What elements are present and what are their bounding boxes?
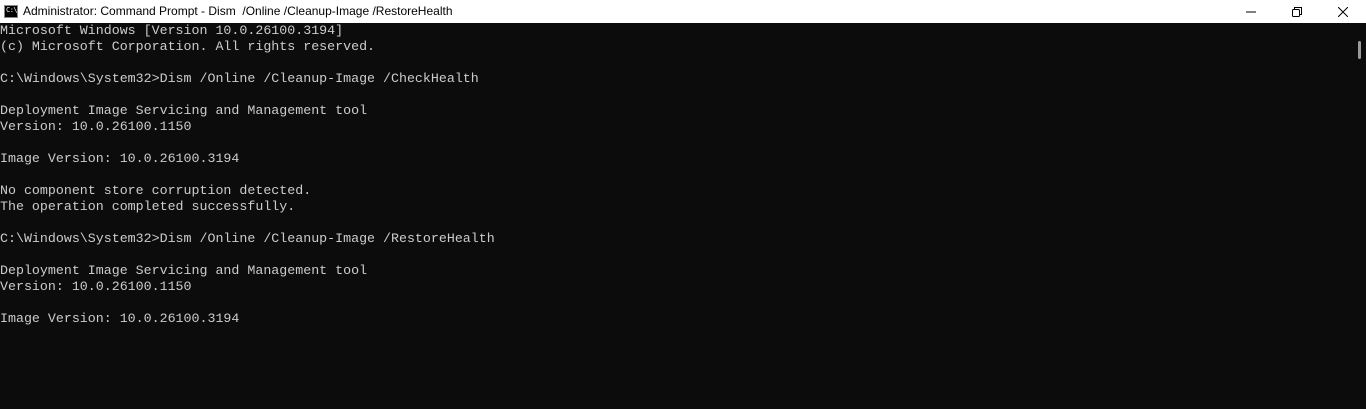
console-line: Microsoft Windows [Version 10.0.26100.31… [0, 23, 344, 38]
minimize-button[interactable] [1228, 0, 1274, 23]
console-line: No component store corruption detected. [0, 183, 312, 198]
minimize-icon [1246, 11, 1256, 12]
window-title: Administrator: Command Prompt - Dism /On… [23, 4, 453, 18]
console-line: C:\Windows\System32>Dism /Online /Cleanu… [0, 71, 479, 86]
close-button[interactable] [1320, 0, 1366, 23]
scrollbar-thumb[interactable] [1358, 41, 1361, 59]
console-line: Image Version: 10.0.26100.3194 [0, 151, 240, 166]
command-prompt-window: C:\ Administrator: Command Prompt - Dism… [0, 0, 1366, 409]
close-icon [1338, 6, 1348, 17]
restore-icon [1292, 6, 1302, 17]
icon-label: C:\ [6, 6, 18, 14]
vertical-scrollbar[interactable] [1352, 23, 1366, 409]
console-line: Image Version: 10.0.26100.3194 [0, 311, 240, 326]
console-line: The operation completed successfully. [0, 199, 296, 214]
console-line: Deployment Image Servicing and Managemen… [0, 103, 368, 118]
console-line: Version: 10.0.26100.1150 [0, 279, 192, 294]
window-controls [1228, 0, 1366, 23]
console-line: C:\Windows\System32>Dism /Online /Cleanu… [0, 231, 495, 246]
title-bar[interactable]: C:\ Administrator: Command Prompt - Dism… [0, 0, 1366, 23]
console-line: Deployment Image Servicing and Managemen… [0, 263, 368, 278]
maximize-button[interactable] [1274, 0, 1320, 23]
console-line: Version: 10.0.26100.1150 [0, 119, 192, 134]
console-output[interactable]: Microsoft Windows [Version 10.0.26100.31… [0, 23, 1352, 409]
console-line: (c) Microsoft Corporation. All rights re… [0, 39, 376, 54]
command-prompt-icon[interactable]: C:\ [4, 5, 18, 18]
